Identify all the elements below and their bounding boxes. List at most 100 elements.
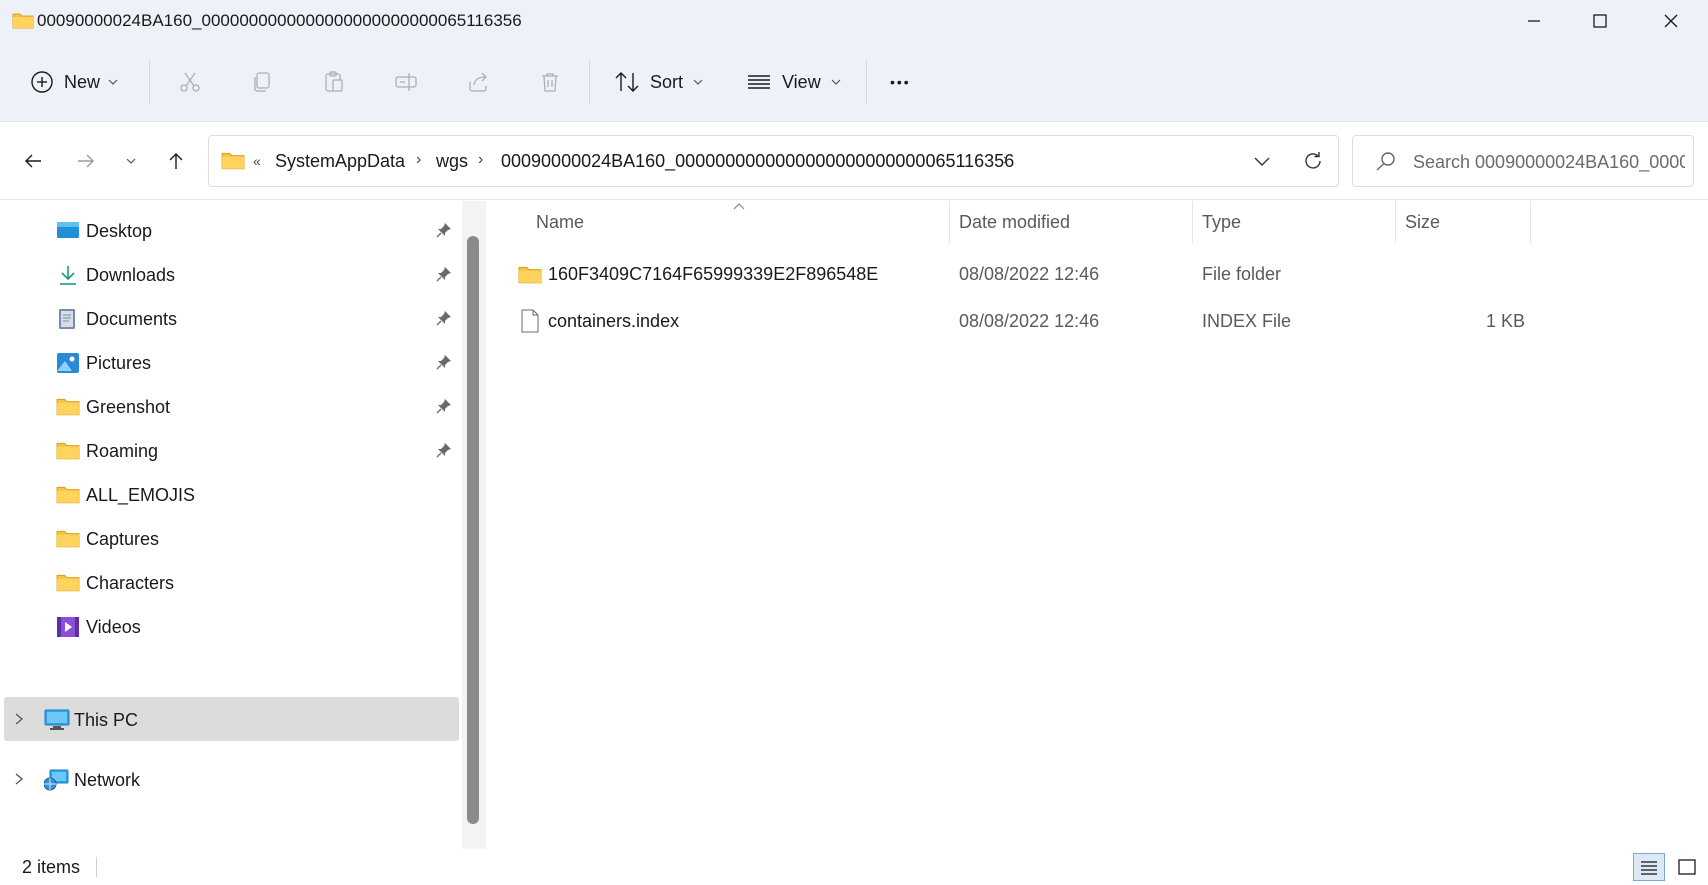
- pin-icon: [436, 355, 451, 370]
- delete-button[interactable]: [538, 70, 562, 94]
- address-bar[interactable]: « SystemAppData › wgs › 00090000024BA160…: [208, 135, 1339, 187]
- toolbar-divider: [149, 60, 150, 104]
- more-icon: •••: [890, 74, 911, 90]
- nav-label: Network: [74, 770, 141, 790]
- pin-button[interactable]: [436, 398, 452, 419]
- nav-network[interactable]: Network: [0, 758, 462, 802]
- chevron-down-icon: [126, 158, 136, 164]
- rename-button[interactable]: [394, 70, 418, 94]
- address-row: « SystemAppData › wgs › 00090000024BA160…: [0, 122, 1708, 200]
- chevron-down-icon: [1254, 157, 1270, 166]
- file-date: 08/08/2022 12:46: [959, 311, 1100, 331]
- column-divider[interactable]: [1530, 201, 1531, 243]
- status-divider: [96, 857, 97, 877]
- sidebar-item-label: Desktop: [86, 221, 153, 241]
- copy-icon: [254, 72, 270, 92]
- breadcrumb-overflow[interactable]: «: [253, 153, 261, 169]
- forward-button[interactable]: [71, 146, 101, 176]
- up-button[interactable]: [161, 146, 191, 176]
- file-list: Name Date modified Type Size 160F3409C71…: [486, 201, 1708, 849]
- nav-this-pc[interactable]: This PC: [0, 698, 462, 742]
- column-divider[interactable]: [1395, 201, 1396, 243]
- new-button[interactable]: New: [30, 70, 118, 94]
- pin-button[interactable]: [436, 442, 452, 463]
- close-icon: [1664, 14, 1678, 28]
- minimize-icon: [1528, 20, 1540, 22]
- breadcrumb-separator[interactable]: ›: [416, 151, 421, 169]
- file-row[interactable]: 160F3409C7164F65999339E2F896548E 08/08/2…: [486, 252, 1708, 296]
- breadcrumb-current-folder[interactable]: 00090000024BA160_00000000000000000000000…: [501, 151, 1014, 172]
- column-header-size[interactable]: Size: [1405, 212, 1440, 233]
- network-icon: [43, 768, 70, 797]
- sidebar-item-documents[interactable]: Documents: [0, 297, 462, 341]
- sidebar-item-roaming[interactable]: Roaming: [0, 429, 462, 473]
- pictures-icon: [56, 352, 80, 374]
- recent-locations-button[interactable]: [116, 146, 146, 176]
- sidebar-item-downloads[interactable]: Downloads: [0, 253, 462, 297]
- cut-button[interactable]: [178, 70, 202, 94]
- arrow-up-icon: [169, 153, 183, 169]
- maximize-button[interactable]: [1565, 0, 1635, 42]
- tiles-view-icon: [1678, 859, 1696, 875]
- more-options-button[interactable]: •••: [890, 70, 911, 94]
- sidebar-item-label: Captures: [86, 529, 160, 549]
- sidebar-item-characters[interactable]: Characters: [0, 561, 462, 605]
- column-divider[interactable]: [1192, 201, 1193, 243]
- pin-icon: [436, 267, 451, 282]
- sidebar-item-pictures[interactable]: Pictures: [0, 341, 462, 385]
- paste-button[interactable]: [322, 70, 346, 94]
- computer-icon: [44, 709, 70, 736]
- search-box[interactable]: Search 00090000024BA160_0000...: [1352, 135, 1694, 187]
- expand-chevron-icon[interactable]: [14, 772, 24, 791]
- sidebar-item-videos[interactable]: Videos: [0, 605, 462, 649]
- sidebar-item-captures[interactable]: Captures: [0, 517, 462, 561]
- title-bar: 00090000024BA160_00000000000000000000000…: [0, 0, 1708, 42]
- column-header-name[interactable]: Name: [536, 212, 584, 233]
- toolbar-divider: [866, 60, 867, 104]
- sort-button[interactable]: Sort: [614, 70, 703, 94]
- address-history-button[interactable]: [1253, 152, 1271, 175]
- copy-button[interactable]: [250, 70, 274, 94]
- column-header-type[interactable]: Type: [1202, 212, 1241, 233]
- details-view-button[interactable]: [1633, 853, 1665, 881]
- back-button[interactable]: [18, 146, 48, 176]
- breadcrumb-separator[interactable]: ›: [478, 151, 483, 169]
- file-row[interactable]: containers.index 08/08/2022 12:46 INDEX …: [486, 299, 1708, 343]
- refresh-button[interactable]: [1302, 150, 1324, 177]
- file-date: 08/08/2022 12:46: [959, 264, 1100, 284]
- sidebar-item-desktop[interactable]: Desktop: [0, 209, 462, 253]
- breadcrumb-separator[interactable]: ›: [1003, 151, 1008, 169]
- folder-icon: [221, 150, 245, 175]
- share-button[interactable]: [466, 70, 490, 94]
- file-name: containers.index: [548, 311, 680, 331]
- pin-button[interactable]: [436, 310, 452, 331]
- tiles-view-button[interactable]: [1671, 853, 1703, 881]
- sidebar-item-label: Roaming: [86, 441, 159, 461]
- file-size: 1 KB: [1486, 311, 1526, 331]
- share-icon: [469, 72, 487, 92]
- sidebar-item-label: Characters: [86, 573, 175, 593]
- arrow-left-icon: [25, 154, 41, 168]
- navigation-pane: Desktop Downloads Documents Pictures Greensh…: [0, 201, 462, 849]
- pin-button[interactable]: [436, 354, 452, 375]
- command-bar: New Sort View •••: [0, 42, 1708, 122]
- desktop-icon: [56, 220, 80, 242]
- breadcrumb-systemappdata[interactable]: SystemAppData: [275, 151, 405, 172]
- column-header-date[interactable]: Date modified: [959, 212, 1070, 233]
- sidebar-item-greenshot[interactable]: Greenshot: [0, 385, 462, 429]
- pin-button[interactable]: [436, 222, 452, 243]
- sidebar-item-all-emojis[interactable]: ALL_EMOJIS: [0, 473, 462, 517]
- view-button[interactable]: View: [746, 70, 841, 94]
- close-button[interactable]: [1636, 0, 1706, 42]
- search-input[interactable]: Search 00090000024BA160_0000...: [1413, 152, 1685, 173]
- pin-button[interactable]: [436, 266, 452, 287]
- breadcrumb-wgs[interactable]: wgs: [436, 151, 468, 172]
- item-count: 2 items: [22, 857, 81, 877]
- file-icon: [521, 309, 539, 338]
- expand-chevron-icon[interactable]: [14, 712, 24, 731]
- minimize-button[interactable]: [1499, 0, 1569, 42]
- sidebar-scrollbar-thumb[interactable]: [467, 236, 479, 824]
- folder-icon: [56, 528, 80, 550]
- chevron-down-icon: [693, 79, 703, 85]
- column-divider[interactable]: [949, 201, 950, 243]
